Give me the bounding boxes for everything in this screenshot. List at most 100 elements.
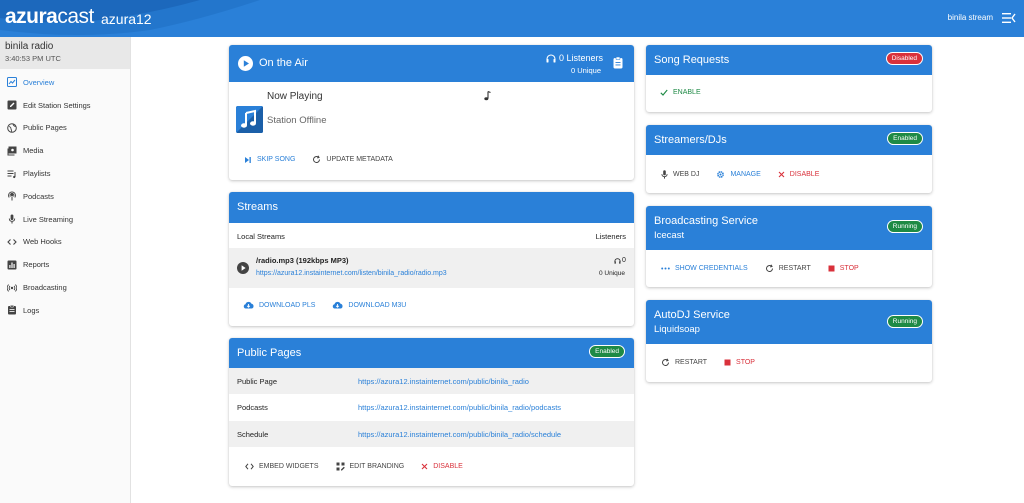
embed-widgets-button[interactable]: Embed Widgets — [245, 463, 319, 470]
broadcasting-card: Broadcasting Service Icecast Running Sho… — [646, 206, 932, 287]
streams-table-header: Local Streams Listeners — [229, 228, 634, 244]
music-note-icon — [484, 91, 491, 101]
manage-streamers-button[interactable]: Manage — [716, 170, 761, 179]
public-pages-actions: Embed Widgets Edit Branding Disable — [245, 462, 480, 471]
globe-icon — [7, 123, 17, 133]
refresh-icon — [662, 358, 670, 366]
logs-icon — [7, 305, 17, 315]
skip-song-label: Skip Song — [257, 156, 296, 163]
streamers-title: Streamers/DJs — [654, 134, 727, 146]
web-dj-button[interactable]: Web DJ — [661, 170, 699, 179]
col-local-streams: Local Streams — [237, 231, 285, 241]
sidebar-item-label: Web Hooks — [23, 237, 62, 247]
sidebar-item-overview[interactable]: Overview — [0, 71, 130, 94]
album-art-note-icon — [236, 106, 263, 133]
download-m3u-button[interactable]: Download M3U — [332, 301, 406, 309]
check-icon — [660, 89, 668, 96]
cloud-download-icon — [243, 301, 254, 309]
download-pls-label: Download PLS — [259, 301, 316, 309]
sidebar-item-logs[interactable]: Logs — [0, 299, 130, 322]
stop-icon — [724, 359, 731, 366]
stop-autodj-button[interactable]: Stop — [724, 359, 755, 366]
clipboard-icon[interactable] — [613, 57, 623, 69]
stop-broadcasting-button[interactable]: Stop — [828, 265, 859, 272]
show-credentials-button[interactable]: Show Credentials — [661, 265, 748, 272]
gear-icon — [717, 171, 725, 178]
code-icon — [245, 463, 254, 470]
sidebar-item-label: Logs — [23, 305, 40, 315]
sidebar-item-public-pages[interactable]: Public Pages — [0, 117, 130, 140]
streamers-actions: Web DJ Manage Disable — [661, 170, 836, 179]
stream-play-icon[interactable] — [237, 262, 249, 274]
station-name: binila radio — [5, 41, 54, 52]
autodj-actions: Restart Stop — [661, 358, 772, 367]
broadcasting-subtitle: Icecast — [654, 230, 685, 241]
on-air-actions: Skip Song Update Metadata — [244, 155, 410, 164]
top-navbar: azuracast azura12 binila stream — [0, 0, 1024, 37]
public-pages-title: Public Pages — [237, 347, 302, 359]
restart-broadcasting-button[interactable]: Restart — [765, 264, 811, 273]
branding-icon — [336, 462, 345, 471]
streams-actions: Download PLS Download M3U — [243, 301, 423, 309]
sidebar-item-media[interactable]: Media — [0, 139, 130, 162]
autodj-card: AutoDJ Service Liquidsoap Running Restar… — [646, 300, 932, 382]
streamers-status-badge: Enabled — [887, 132, 923, 145]
stream-listener-count: 0 — [622, 257, 626, 264]
streams-title: Streams — [237, 201, 278, 213]
update-metadata-label: Update Metadata — [326, 156, 393, 163]
disable-label: Disable — [789, 171, 820, 178]
song-requests-status-badge: Disabled — [885, 52, 923, 65]
podcasts-label: Podcasts — [237, 403, 268, 412]
public-page-row: Public Page https://azura12.instainterne… — [229, 368, 634, 394]
song-requests-header: Song Requests Disabled — [646, 45, 932, 75]
enable-requests-button[interactable]: Enable — [660, 89, 701, 96]
disable-streamers-button[interactable]: Disable — [778, 171, 820, 178]
sidebar-item-live-streaming[interactable]: Live Streaming — [0, 208, 130, 231]
close-icon — [421, 463, 428, 470]
sidebar-item-podcasts[interactable]: Podcasts — [0, 185, 130, 208]
code-icon — [7, 237, 17, 247]
sidebar-item-label: Public Pages — [23, 123, 67, 133]
sidebar-item-edit-station-settings[interactable]: Edit Station Settings — [0, 94, 130, 117]
play-circle-icon[interactable] — [238, 56, 253, 71]
station-status: Station Offline — [267, 115, 327, 126]
sidebar-item-reports[interactable]: Reports — [0, 253, 130, 276]
schedule-link[interactable]: https://azura12.instainternet.com/public… — [358, 430, 561, 439]
user-menu-label[interactable]: binila stream — [948, 13, 993, 22]
restart-autodj-button[interactable]: Restart — [661, 358, 707, 367]
skip-icon — [245, 156, 251, 163]
public-pages-header: Public Pages Enabled — [229, 338, 634, 368]
update-metadata-button[interactable]: Update Metadata — [312, 155, 393, 164]
azuracast-logo[interactable]: azuracast — [5, 5, 94, 29]
overview-icon — [7, 77, 17, 88]
media-icon — [7, 146, 17, 156]
autodj-title: AutoDJ Service — [654, 309, 730, 321]
on-air-title: On the Air — [259, 57, 308, 69]
album-art — [236, 106, 263, 133]
disable-public-pages-button[interactable]: Disable — [421, 463, 463, 470]
unique-count: 0 Unique — [571, 66, 602, 75]
skip-song-button[interactable]: Skip Song — [244, 156, 295, 164]
stop-label: Stop — [736, 359, 755, 366]
mic-icon — [661, 170, 668, 179]
podcast-icon — [7, 191, 17, 201]
menu-toggle-icon[interactable] — [1002, 12, 1016, 24]
streams-card: Streams Local Streams Listeners /radio.m… — [229, 192, 634, 326]
close-icon — [778, 171, 785, 178]
sidebar-item-playlists[interactable]: Playlists — [0, 162, 130, 185]
playlist-icon — [7, 169, 17, 179]
song-requests-actions: Enable — [660, 89, 718, 96]
sidebar: binila radio 3:40:53 PM UTC Overview Edi… — [0, 37, 131, 503]
edit-branding-button[interactable]: Edit Branding — [336, 462, 404, 471]
public-page-label: Public Page — [237, 376, 278, 386]
logo-bold-text: azura — [5, 5, 58, 28]
stream-headphones-icon — [614, 258, 621, 264]
podcasts-link[interactable]: https://azura12.instainternet.com/public… — [358, 403, 561, 412]
public-page-link[interactable]: https://azura12.instainternet.com/public… — [358, 377, 529, 386]
download-pls-button[interactable]: Download PLS — [243, 301, 315, 309]
sidebar-item-label: Podcasts — [23, 191, 54, 201]
sidebar-item-web-hooks[interactable]: Web Hooks — [0, 231, 130, 254]
stream-url-link[interactable]: https://azura12.instainternet.com/listen… — [256, 270, 447, 277]
sidebar-item-broadcasting[interactable]: Broadcasting — [0, 276, 130, 299]
sidebar-item-label: Broadcasting — [23, 283, 67, 293]
